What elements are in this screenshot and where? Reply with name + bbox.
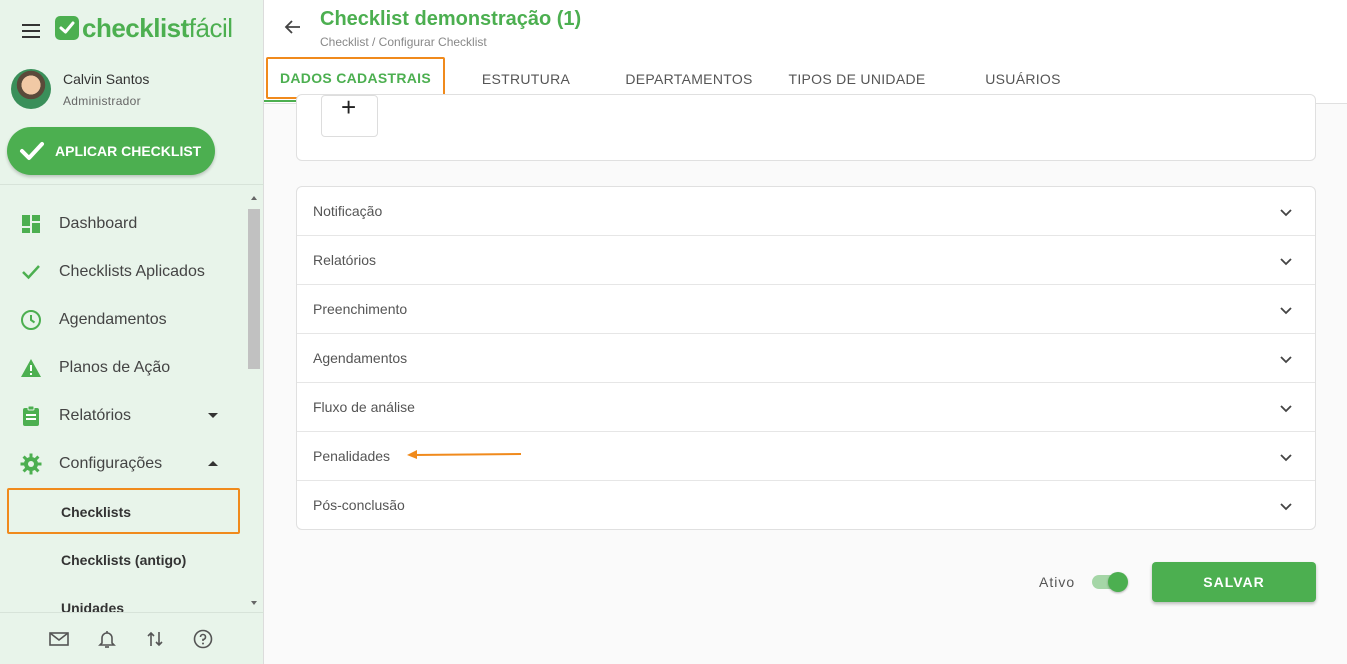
sidebar-item-configuracoes[interactable]: Configurações [0, 440, 246, 488]
main-content: + Notificação Relatórios Preenchimento A… [264, 92, 1347, 664]
sidebar-subitem-unidades[interactable]: Unidades [0, 584, 246, 612]
logo-text-light: fácil [188, 13, 233, 43]
sidebar-item-relatorios[interactable]: Relatórios [0, 392, 246, 440]
chevron-down-icon [1280, 258, 1292, 266]
sidebar-subitem-label: Checklists (antigo) [61, 552, 187, 568]
user-name: Calvin Santos [63, 71, 150, 87]
bell-icon[interactable] [97, 629, 117, 649]
sidebar-item-dashboard[interactable]: Dashboard [0, 200, 246, 248]
user-profile[interactable]: Calvin Santos Administrador [11, 69, 251, 113]
sidebar-footer [0, 612, 264, 664]
accordion-row-pos-conclusao[interactable]: Pós-conclusão [297, 481, 1315, 529]
chevron-down-icon [1280, 454, 1292, 462]
scroll-down-arrow-icon[interactable] [251, 601, 257, 605]
help-icon[interactable] [193, 629, 213, 649]
active-toggle[interactable] [1092, 572, 1128, 592]
accordion-label: Penalidades [313, 448, 391, 464]
checkmark-icon [20, 142, 44, 160]
mail-icon[interactable] [49, 629, 69, 649]
gear-icon [20, 453, 42, 475]
clipboard-icon [23, 405, 39, 426]
sidebar-subitem-label: Unidades [61, 600, 125, 612]
apply-checklist-label: APLICAR CHECKLIST [55, 143, 202, 159]
sidebar-item-label: Planos de Ação [59, 359, 171, 376]
settings-accordion: Notificação Relatórios Preenchimento Age… [296, 186, 1316, 530]
chevron-down-icon [1280, 307, 1292, 315]
add-button[interactable]: + [321, 92, 378, 137]
logo-text-bold: checklist [82, 13, 189, 43]
accordion-row-relatorios[interactable]: Relatórios [297, 236, 1315, 285]
scroll-thumb[interactable] [248, 209, 260, 369]
accordion-row-fluxo-de-analise[interactable]: Fluxo de análise [297, 383, 1315, 432]
scroll-up-arrow-icon[interactable] [251, 196, 257, 200]
sidebar-item-label: Agendamentos [59, 311, 167, 328]
accordion-label: Pós-conclusão [313, 497, 405, 513]
accordion-label: Notificação [313, 203, 383, 219]
sidebar-item-planos-de-acao[interactable]: Planos de Ação [0, 344, 246, 392]
clock-icon [21, 310, 41, 330]
chevron-up-icon [208, 461, 218, 466]
hamburger-menu-icon[interactable] [22, 24, 40, 38]
chevron-down-icon [1280, 503, 1292, 511]
annotation-highlight-checklists [7, 488, 240, 534]
logo-text[interactable]: checklistfácil [82, 13, 233, 44]
accordion-row-preenchimento[interactable]: Preenchimento [297, 285, 1315, 334]
sync-arrows-icon[interactable] [145, 629, 165, 649]
chevron-down-icon [1280, 405, 1292, 413]
accordion-row-notificacao[interactable]: Notificação [297, 187, 1315, 236]
back-arrow-icon[interactable] [284, 18, 302, 36]
active-label: Ativo [1039, 574, 1076, 590]
sidebar-nav: Dashboard Checklists Aplicados Agendamen… [0, 200, 246, 612]
chevron-down-icon [208, 413, 218, 418]
accordion-label: Agendamentos [313, 350, 408, 366]
accordion-label: Preenchimento [313, 301, 408, 317]
sidebar-item-agendamentos[interactable]: Agendamentos [0, 296, 246, 344]
toggle-knob [1108, 572, 1128, 592]
accordion-row-penalidades[interactable]: Penalidades [297, 432, 1315, 481]
sidebar-divider [0, 184, 264, 185]
sidebar-item-label: Checklists Aplicados [59, 263, 205, 280]
accordion-label: Relatórios [313, 252, 377, 268]
chevron-down-icon [1280, 209, 1292, 217]
dashboard-icon [22, 215, 40, 233]
annotation-arrow-icon [407, 450, 522, 459]
sidebar-item-label: Configurações [59, 455, 163, 472]
logo-row: checklistfácil [0, 0, 264, 60]
save-button[interactable]: SALVAR [1152, 562, 1316, 602]
page-header: Checklist demonstração (1) Checklist / C… [264, 0, 1347, 104]
accordion-row-agendamentos[interactable]: Agendamentos [297, 334, 1315, 383]
avatar [11, 69, 51, 109]
logo-check-icon [55, 16, 79, 40]
sidebar: checklistfácil Calvin Santos Administrad… [0, 0, 264, 664]
top-card: + [296, 92, 1316, 161]
warning-icon [21, 359, 41, 377]
accordion-label: Fluxo de análise [313, 399, 415, 415]
apply-checklist-button[interactable]: APLICAR CHECKLIST [7, 127, 215, 175]
sidebar-scrollbar[interactable] [247, 192, 261, 612]
sidebar-item-label: Relatórios [59, 407, 132, 424]
chevron-down-icon [1280, 356, 1292, 364]
sidebar-item-label: Dashboard [59, 215, 138, 232]
page-title: Checklist demonstração (1) [320, 8, 582, 30]
breadcrumb[interactable]: Checklist / Configurar Checklist [320, 35, 487, 49]
sidebar-item-checklists-aplicados[interactable]: Checklists Aplicados [0, 248, 246, 296]
add-button-label: + [341, 92, 357, 122]
check-icon [22, 265, 40, 280]
sidebar-subitem-checklists-antigo[interactable]: Checklists (antigo) [0, 536, 246, 584]
user-role: Administrador [63, 94, 141, 108]
